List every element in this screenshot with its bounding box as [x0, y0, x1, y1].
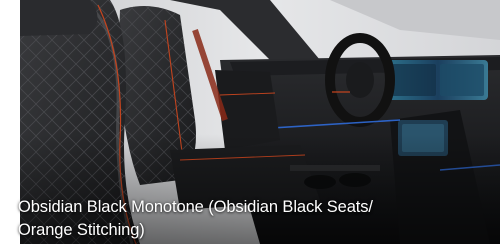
- caption-line-1: Obsidian Black Monotone (Obsidian Black …: [18, 198, 373, 216]
- image-caption: Obsidian Black Monotone (Obsidian Black …: [18, 196, 458, 242]
- caption-line-2: Orange Stitching): [18, 221, 145, 239]
- image-card: Obsidian Black Monotone (Obsidian Black …: [0, 0, 500, 244]
